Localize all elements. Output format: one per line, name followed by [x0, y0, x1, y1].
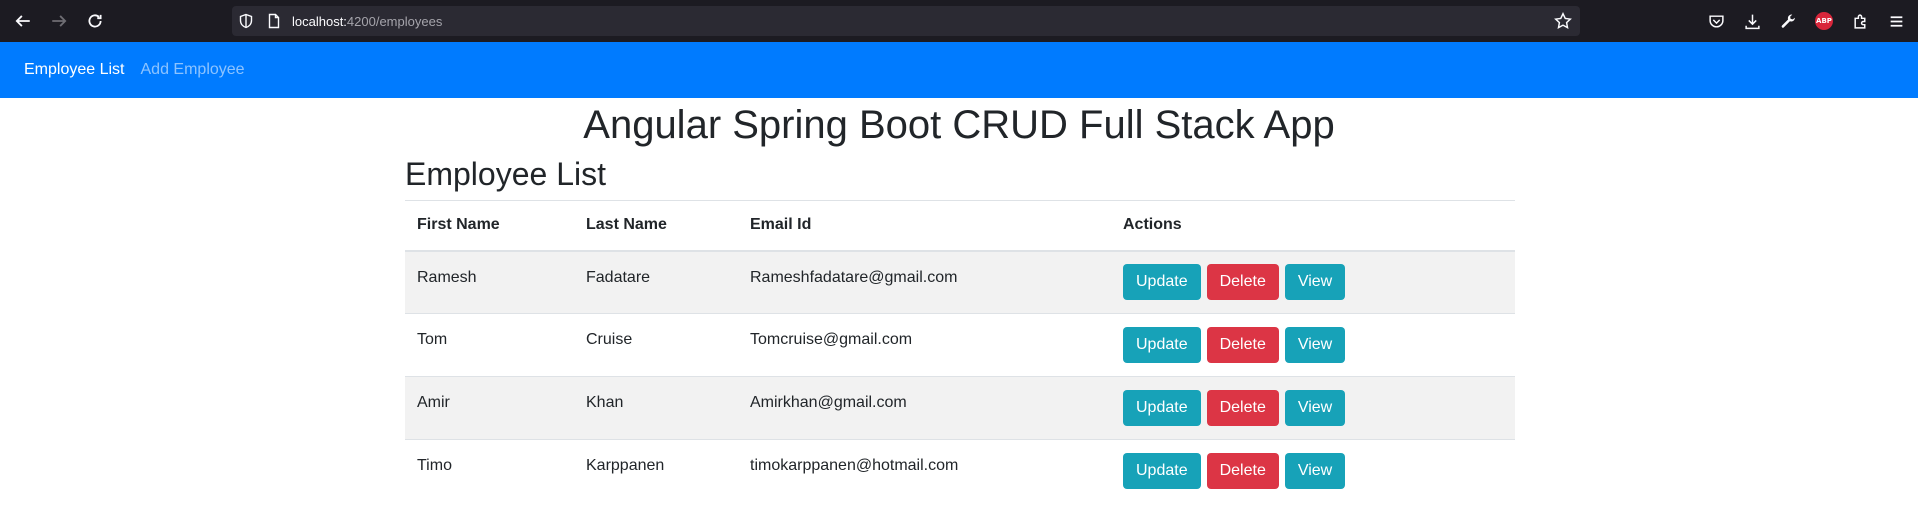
- cell-actions: Update Delete View: [1111, 439, 1515, 503]
- reload-icon[interactable]: [77, 3, 113, 39]
- cell-last-name: Fadatare: [574, 250, 738, 314]
- view-button[interactable]: View: [1284, 453, 1346, 490]
- header-actions: Actions: [1111, 200, 1515, 252]
- cell-actions: Update Delete View: [1111, 313, 1515, 377]
- nav-add-employee[interactable]: Add Employee: [141, 61, 245, 79]
- view-button[interactable]: View: [1284, 327, 1346, 363]
- browser-toolbar: localhost:4200/employees ABP: [0, 0, 1918, 42]
- cell-email: Rameshfadatare@gmail.com: [738, 250, 1111, 314]
- update-button[interactable]: Update: [1123, 327, 1201, 363]
- content-container: Employee List First Name Last Name Email…: [405, 152, 1515, 503]
- url-host: localhost:: [292, 13, 347, 29]
- view-button[interactable]: View: [1284, 264, 1346, 301]
- table-row: Timo Karppanen timokarppanen@hotmail.com…: [405, 439, 1515, 503]
- update-button[interactable]: Update: [1123, 453, 1201, 490]
- wrench-icon[interactable]: [1770, 3, 1806, 39]
- cell-first-name: Timo: [405, 439, 574, 503]
- shield-icon[interactable]: [232, 6, 260, 36]
- url-bar[interactable]: localhost:4200/employees: [232, 6, 1580, 36]
- page-icon[interactable]: [260, 6, 288, 36]
- cell-email: Amirkhan@gmail.com: [738, 376, 1111, 440]
- section-title: Employee List: [405, 156, 606, 192]
- star-icon[interactable]: [1554, 11, 1572, 30]
- header-email-id: Email Id: [738, 200, 1111, 252]
- update-button[interactable]: Update: [1123, 390, 1201, 426]
- cell-first-name: Ramesh: [405, 250, 574, 314]
- cell-email: Tomcruise@gmail.com: [738, 313, 1111, 377]
- abp-label: ABP: [1815, 12, 1833, 30]
- cell-first-name: Tom: [405, 313, 574, 377]
- cell-actions: Update Delete View: [1111, 376, 1515, 440]
- cell-last-name: Khan: [574, 376, 738, 440]
- delete-button[interactable]: Delete: [1206, 390, 1279, 426]
- table-row: Ramesh Fadatare Rameshfadatare@gmail.com…: [405, 250, 1515, 314]
- delete-button[interactable]: Delete: [1206, 453, 1279, 490]
- forward-arrow-icon[interactable]: [41, 3, 77, 39]
- abp-icon[interactable]: ABP: [1806, 3, 1842, 39]
- table-row: Amir Khan Amirkhan@gmail.com Update Delet…: [405, 376, 1515, 440]
- cell-first-name: Amir: [405, 376, 574, 440]
- pocket-icon[interactable]: [1698, 3, 1734, 39]
- table-row: Tom Cruise Tomcruise@gmail.com Update Del…: [405, 313, 1515, 377]
- extensions-icon[interactable]: [1842, 3, 1878, 39]
- nav-employee-list[interactable]: Employee List: [24, 61, 125, 79]
- back-arrow-icon[interactable]: [5, 3, 41, 39]
- delete-button[interactable]: Delete: [1206, 327, 1279, 363]
- delete-button[interactable]: Delete: [1206, 264, 1279, 301]
- cell-last-name: Cruise: [574, 313, 738, 377]
- page-title: Angular Spring Boot CRUD Full Stack App: [583, 103, 1335, 147]
- download-icon[interactable]: [1734, 3, 1770, 39]
- url-path: 4200/employees: [346, 13, 443, 29]
- cell-last-name: Karppanen: [574, 439, 738, 503]
- header-last-name: Last Name: [574, 200, 738, 252]
- table-header-row: First Name Last Name Email Id Actions: [405, 200, 1515, 252]
- cell-actions: Update Delete View: [1111, 250, 1515, 314]
- app-navbar: Employee List Add Employee: [0, 42, 1918, 98]
- cell-email: timokarppanen@hotmail.com: [738, 439, 1111, 503]
- url-text[interactable]: localhost:4200/employees: [292, 14, 442, 29]
- update-button[interactable]: Update: [1123, 264, 1201, 301]
- menu-icon[interactable]: [1878, 3, 1914, 39]
- employee-table: First Name Last Name Email Id Actions Ra…: [405, 200, 1515, 503]
- header-first-name: First Name: [405, 200, 574, 252]
- view-button[interactable]: View: [1284, 390, 1346, 426]
